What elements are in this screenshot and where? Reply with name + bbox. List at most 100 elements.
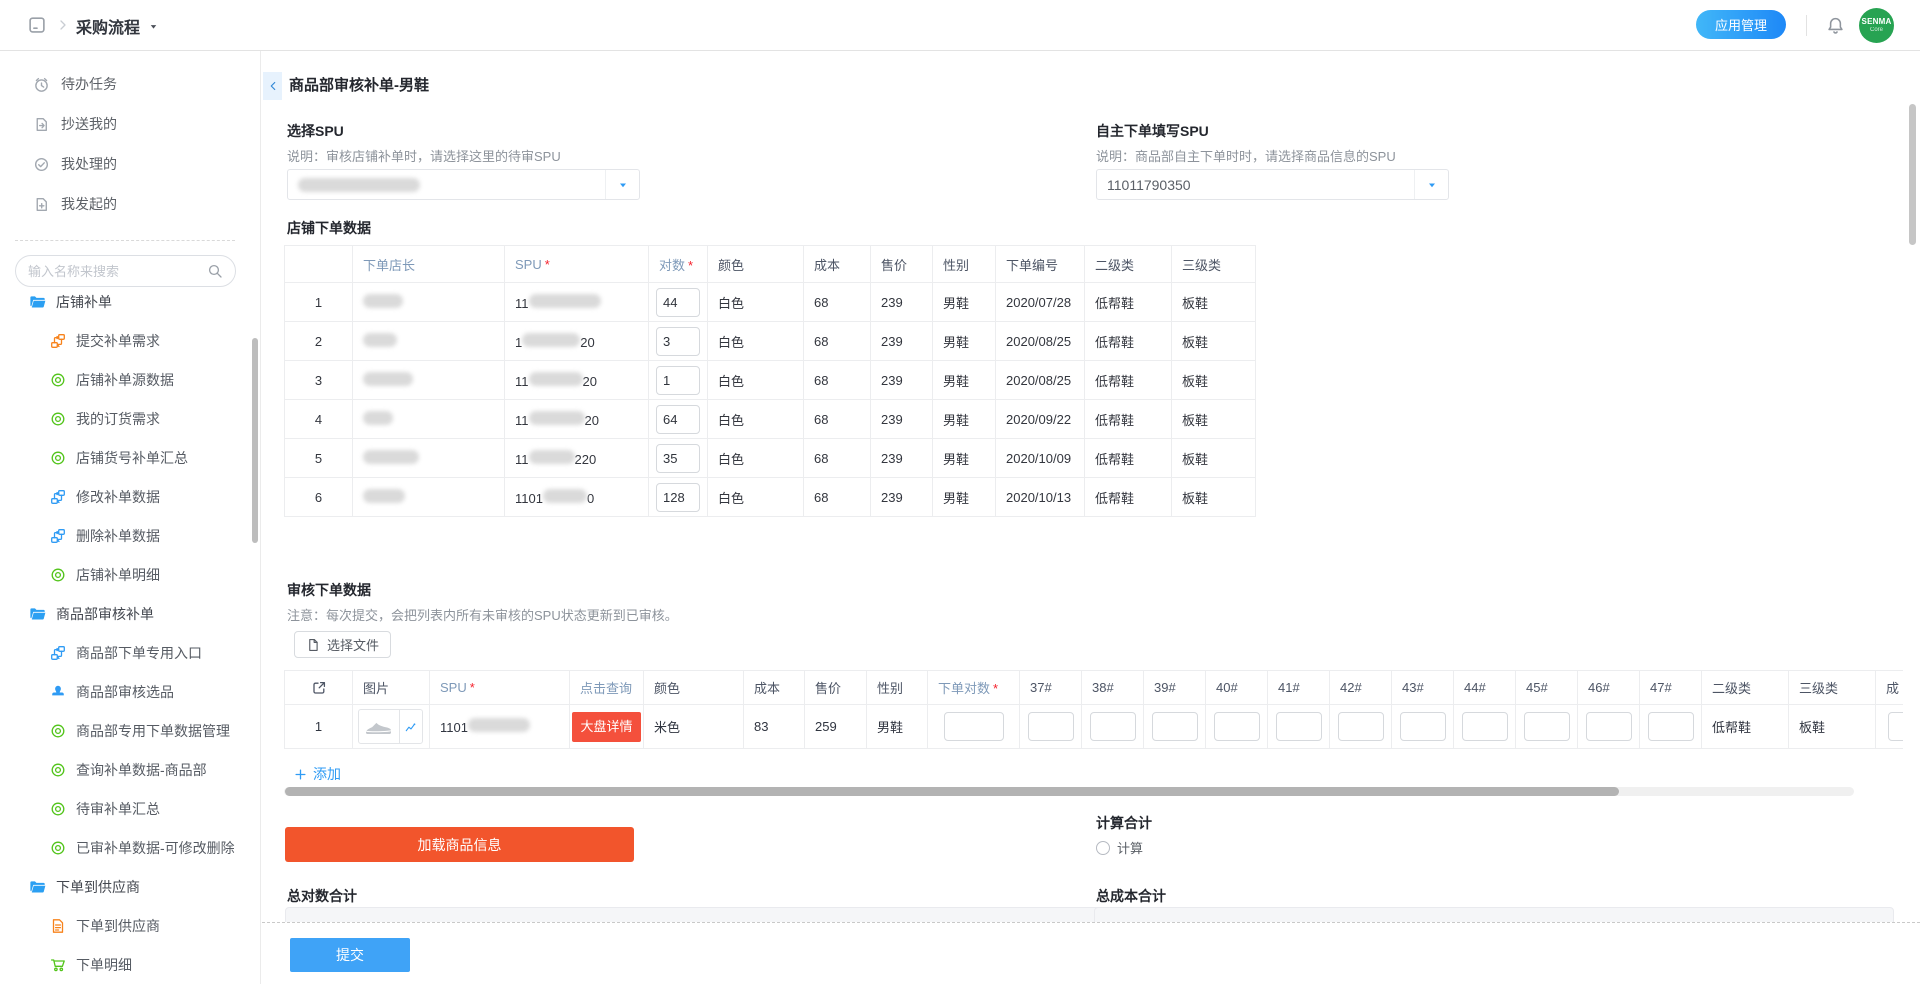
file-icon [306, 638, 320, 652]
pairs-input[interactable] [656, 327, 700, 356]
tree-item-order-to-supplier[interactable]: 下单到供应商 [0, 906, 260, 945]
tree-item-shop-sku-summary[interactable]: 店铺货号补单汇总 [0, 438, 260, 477]
tree-item-modify-data[interactable]: 修改补单数据 [0, 477, 260, 516]
cell-gender: 男鞋 [933, 361, 996, 400]
tree-item-reviewed-editable[interactable]: 已审补单数据-可修改删除 [0, 828, 260, 867]
col-partial: 成 [1876, 671, 1904, 705]
size-input-47[interactable] [1648, 712, 1694, 741]
tree-item-my-order-demand[interactable]: 我的订货需求 [0, 399, 260, 438]
sidebar-item-cc-to-me[interactable]: 抄送我的 [0, 104, 260, 144]
choose-file-button[interactable]: 选择文件 [294, 631, 391, 658]
select-spu-dropdown[interactable] [287, 169, 640, 200]
sidebar-item-label: 我发起的 [61, 194, 117, 214]
tree-item-dept-order-entry[interactable]: 商品部下单专用入口 [0, 633, 260, 672]
sidebar-item-handled-by-me[interactable]: 我处理的 [0, 144, 260, 184]
col-manager: 下单店长 [353, 246, 505, 283]
product-image-thumb[interactable] [358, 709, 423, 744]
col-image: 图片 [353, 671, 430, 705]
self-spu-dropdown[interactable]: 11011790350 [1096, 169, 1449, 200]
page-title: 商品部审核补单-男鞋 [289, 72, 429, 100]
external-link-icon[interactable] [285, 671, 353, 705]
plus-icon [294, 768, 307, 781]
order-pairs-input[interactable] [944, 712, 1004, 741]
size-input-37[interactable] [1028, 712, 1074, 741]
window-icon[interactable] [27, 15, 47, 35]
horizontal-scrollbar-thumb[interactable] [285, 787, 1619, 796]
doc-plus-icon [33, 196, 50, 213]
col-gender: 性别 [933, 246, 996, 283]
tree-item-shop-source-data[interactable]: 店铺补单源数据 [0, 360, 260, 399]
calc-total-title: 计算合计 [1096, 813, 1152, 833]
avatar[interactable]: SENMA Core [1859, 8, 1894, 43]
app-manage-button[interactable]: 应用管理 [1696, 10, 1786, 39]
breadcrumb-chevron-icon [55, 17, 71, 33]
target-icon [50, 372, 66, 388]
size-input-45[interactable] [1524, 712, 1570, 741]
notification-bell-icon[interactable] [1826, 16, 1845, 35]
sidebar-item-todo-tasks[interactable]: 待办任务 [0, 64, 260, 104]
col-order-pairs: 下单对数* [928, 671, 1020, 705]
back-button[interactable] [263, 72, 282, 100]
size-input-42[interactable] [1338, 712, 1384, 741]
cell-query: 大盘详情 [570, 705, 644, 749]
table-row: 2 120 白色 68 239 男鞋 2020/08/25 低帮鞋 板鞋 [285, 322, 1256, 361]
sidebar-scrollbar[interactable] [252, 338, 258, 543]
tree-folder-shop-replenish[interactable]: 店铺补单 [0, 282, 260, 321]
sidebar-item-initiated-by-me[interactable]: 我发起的 [0, 184, 260, 224]
tree-label: 查询补单数据-商品部 [76, 760, 207, 780]
total-cost-title: 总成本合计 [1096, 886, 1166, 906]
chart-icon[interactable] [399, 710, 422, 743]
market-detail-button[interactable]: 大盘详情 [572, 712, 640, 742]
size-input-43[interactable] [1400, 712, 1446, 741]
tree-label: 商品部专用下单数据管理 [76, 721, 230, 741]
load-product-info-button[interactable]: 加载商品信息 [285, 827, 634, 862]
tree-item-dept-review-select[interactable]: 商品部审核选品 [0, 672, 260, 711]
size-input-38[interactable] [1090, 712, 1136, 741]
cell-spu: 11220 [505, 439, 649, 478]
tree-label: 店铺补单源数据 [76, 370, 174, 390]
tree-item-dept-data-manage[interactable]: 商品部专用下单数据管理 [0, 711, 260, 750]
cell-size [1082, 705, 1144, 749]
cell-cat3: 板鞋 [1172, 322, 1256, 361]
tree-item-submit-replenish[interactable]: 提交补单需求 [0, 321, 260, 360]
cell-color: 白色 [708, 478, 804, 517]
search-icon[interactable] [207, 263, 223, 279]
pairs-input[interactable] [656, 288, 700, 317]
size-input-39[interactable] [1152, 712, 1198, 741]
calc-radio-option[interactable]: 计算 [1096, 838, 1143, 857]
tree-folder-dept-review[interactable]: 商品部审核补单 [0, 594, 260, 633]
col-size-40: 40# [1206, 671, 1268, 705]
pairs-input[interactable] [656, 366, 700, 395]
size-input-41[interactable] [1276, 712, 1322, 741]
app-switcher[interactable]: 采购流程 [76, 14, 159, 38]
tree-item-delete-data[interactable]: 删除补单数据 [0, 516, 260, 555]
pairs-input[interactable] [656, 483, 700, 512]
partial-input[interactable] [1888, 712, 1904, 741]
tree-label: 商品部审核选品 [76, 682, 174, 702]
radio-icon[interactable] [1096, 841, 1110, 855]
submit-button[interactable]: 提交 [290, 938, 410, 972]
size-input-46[interactable] [1586, 712, 1632, 741]
tree-label: 商品部审核补单 [56, 604, 154, 624]
horizontal-scrollbar-track[interactable] [284, 787, 1854, 796]
tree-item-shop-detail[interactable]: 店铺补单明细 [0, 555, 260, 594]
tree-item-pending-summary[interactable]: 待审补单汇总 [0, 789, 260, 828]
pairs-input[interactable] [656, 405, 700, 434]
cell-gender: 男鞋 [933, 439, 996, 478]
pairs-input[interactable] [656, 444, 700, 473]
search-input[interactable] [28, 264, 207, 279]
tree-item-query-data-dept[interactable]: 查询补单数据-商品部 [0, 750, 260, 789]
col-price: 售价 [805, 671, 867, 705]
window-scrollbar[interactable] [1909, 104, 1916, 245]
tree-folder-order-to-supplier[interactable]: 下单到供应商 [0, 867, 260, 906]
col-order-no: 下单编号 [996, 246, 1085, 283]
tree-label: 待审补单汇总 [76, 799, 160, 819]
size-input-44[interactable] [1462, 712, 1508, 741]
add-row-link[interactable]: 添加 [294, 764, 341, 784]
col-cost: 成本 [804, 246, 871, 283]
size-input-40[interactable] [1214, 712, 1260, 741]
cell-cost: 68 [804, 478, 871, 517]
tree-label: 店铺补单明细 [76, 565, 160, 585]
tree-item-order-detail[interactable]: 下单明细 [0, 945, 260, 984]
cell-size [1020, 705, 1082, 749]
